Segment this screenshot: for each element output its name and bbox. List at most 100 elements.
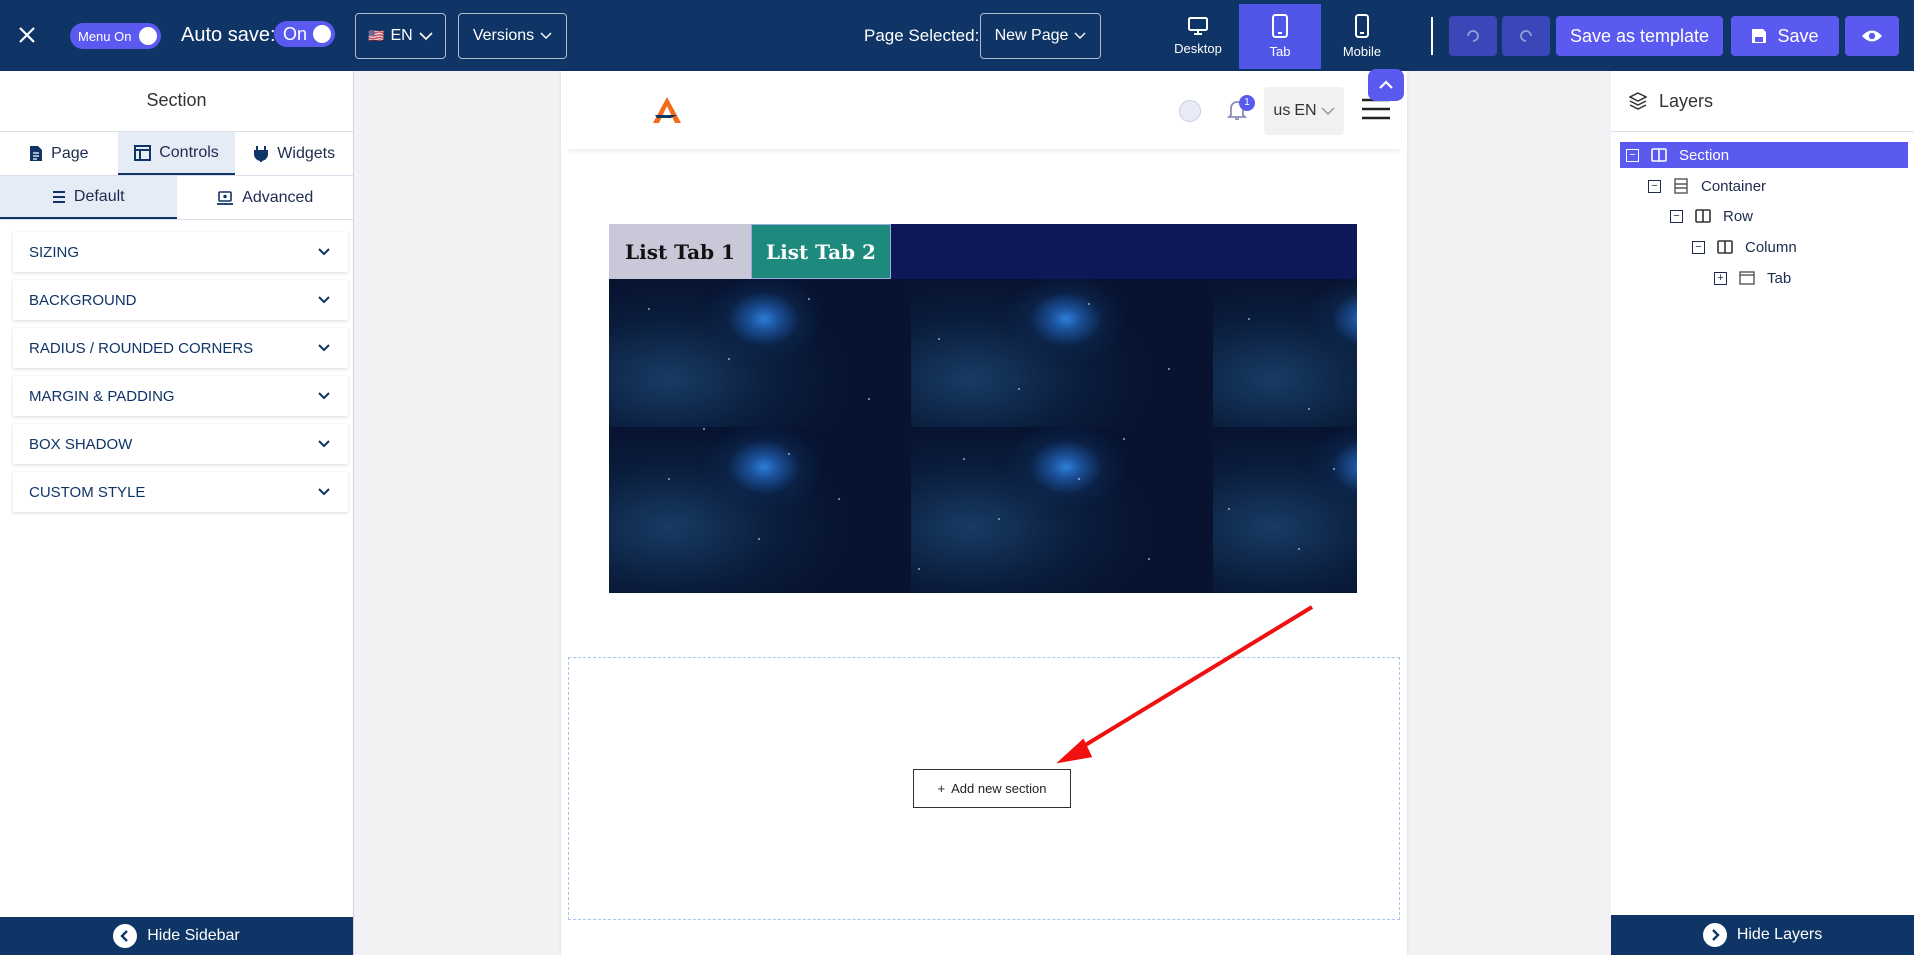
layer-column[interactable]: − Column — [1692, 234, 1797, 260]
columns-icon — [1651, 148, 1667, 162]
accordion-background[interactable]: BACKGROUND — [13, 280, 348, 320]
site-language-select[interactable]: us EN — [1264, 87, 1344, 135]
accordion-label: BACKGROUND — [29, 291, 137, 309]
page-selected-label: Page Selected: — [864, 26, 980, 45]
accordion-label: CUSTOM STYLE — [29, 483, 146, 501]
tab-widget: List Tab 1 List Tab 2 — [609, 224, 1357, 593]
page-select[interactable]: New Page — [980, 13, 1101, 59]
chevron-down-icon — [318, 248, 330, 256]
versions-select[interactable]: Versions — [458, 13, 567, 59]
preview-button[interactable] — [1845, 16, 1899, 56]
layer-section[interactable]: − Section — [1620, 142, 1908, 168]
layer-tab[interactable]: + Tab — [1714, 265, 1791, 291]
columns-icon — [1695, 209, 1711, 223]
sidebar-title: Section — [0, 71, 353, 132]
sidebar: Section Page Controls Widgets Default Ad… — [0, 71, 354, 955]
layer-label: Container — [1701, 177, 1767, 195]
chevron-down-icon — [318, 440, 330, 448]
accordion-custom-style[interactable]: CUSTOM STYLE — [13, 472, 348, 512]
hide-layers-button[interactable]: Hide Layers — [1611, 915, 1914, 955]
versions-label: Versions — [472, 27, 535, 44]
chevron-down-icon — [1074, 32, 1086, 39]
undo-icon — [1467, 30, 1479, 42]
chat-icon[interactable] — [1179, 100, 1201, 122]
collapse-icon: − — [1648, 179, 1661, 193]
tab-widgets[interactable]: Widgets — [235, 132, 353, 175]
hamburger-icon[interactable] — [1362, 98, 1390, 125]
save-icon — [1752, 29, 1767, 43]
list-tab-2[interactable]: List Tab 2 — [751, 224, 891, 279]
collapse-icon: − — [1692, 240, 1705, 254]
accordion-radius[interactable]: RADIUS / ROUNDED CORNERS — [13, 328, 348, 368]
accordion-label: RADIUS / ROUNDED CORNERS — [29, 339, 254, 357]
hide-layers-label: Hide Layers — [1736, 926, 1823, 943]
accordion-sizing[interactable]: SIZING — [13, 232, 348, 272]
accordion-box-shadow[interactable]: BOX SHADOW — [13, 424, 348, 464]
chevron-left-icon — [113, 924, 138, 948]
lang-code: us — [1273, 102, 1291, 119]
undo-button[interactable] — [1449, 16, 1497, 56]
menu-toggle[interactable]: Menu On — [70, 23, 161, 49]
device-label: Mobile — [1342, 44, 1382, 59]
chevron-up-icon[interactable] — [1368, 69, 1404, 101]
page-select-value: New Page — [994, 27, 1069, 44]
list-tab-1[interactable]: List Tab 1 — [609, 224, 751, 279]
collapse-icon: − — [1670, 209, 1683, 223]
tab-page[interactable]: Page — [0, 132, 118, 175]
layer-container[interactable]: − Container — [1648, 173, 1766, 199]
plus-icon: + — [937, 781, 946, 796]
chevron-down-icon — [540, 32, 552, 39]
chevron-down-icon — [318, 392, 330, 400]
sidebar-tabs: Page Controls Widgets — [0, 132, 353, 176]
add-new-section-button[interactable]: + Add new section — [913, 769, 1071, 808]
chevron-down-icon — [419, 32, 433, 41]
device-tab-button[interactable]: Tab — [1239, 4, 1321, 69]
tab-label: Page — [51, 144, 89, 162]
close-icon[interactable] — [14, 22, 40, 48]
hide-sidebar-button[interactable]: Hide Sidebar — [0, 917, 353, 955]
collapse-icon: − — [1626, 148, 1639, 162]
toggle-knob — [139, 27, 157, 45]
device-label: Desktop — [1174, 41, 1222, 56]
tab-controls[interactable]: Controls — [117, 132, 236, 175]
toggle-knob — [313, 25, 331, 43]
layers-header: Layers — [1611, 71, 1914, 132]
empty-section-dropzone: + Add new section — [568, 657, 1400, 920]
device-mobile-button[interactable]: Mobile — [1321, 4, 1403, 69]
save-as-template-label: Save as template — [1569, 25, 1710, 46]
expand-icon: + — [1714, 271, 1727, 285]
language-select[interactable]: 🇺🇸 EN — [355, 13, 446, 59]
accordion-label: SIZING — [29, 243, 80, 261]
autosave-toggle-label: On — [283, 24, 308, 44]
device-label: Tab — [1269, 44, 1291, 59]
autosave-toggle[interactable]: On — [274, 21, 335, 47]
controls-accordion: SIZING BACKGROUND RADIUS / ROUNDED CORNE… — [13, 232, 348, 512]
tab-label: Controls — [159, 143, 219, 161]
tab-icon — [1739, 271, 1755, 285]
device-desktop-button[interactable]: Desktop — [1157, 4, 1239, 69]
tablet-icon — [1272, 14, 1288, 38]
accordion-label: MARGIN & PADDING — [29, 387, 175, 405]
space-background-image — [609, 279, 1357, 593]
redo-button[interactable] — [1502, 16, 1550, 56]
plug-icon — [254, 145, 269, 162]
save-button[interactable]: Save — [1731, 16, 1839, 56]
accordion-label: BOX SHADOW — [29, 435, 133, 453]
sidebar-subtabs: Default Advanced — [0, 176, 353, 220]
tab-default[interactable]: Default — [0, 176, 177, 219]
tab-label: Widgets — [277, 144, 336, 162]
desktop-icon — [1188, 17, 1208, 35]
accordion-margin-padding[interactable]: MARGIN & PADDING — [13, 376, 348, 416]
tab-advanced[interactable]: Advanced — [177, 176, 354, 219]
mobile-icon — [1355, 14, 1369, 38]
layer-row[interactable]: − Row — [1670, 203, 1753, 229]
chevron-right-icon — [1702, 923, 1727, 947]
lang-label: EN — [1294, 102, 1317, 119]
save-label: Save — [1777, 25, 1819, 46]
layout-icon — [134, 144, 152, 161]
menu-lines-icon — [52, 190, 65, 203]
save-as-template-button[interactable]: Save as template — [1556, 16, 1723, 56]
page-canvas: 1 us EN List Tab 1 List Tab 2 + Add new … — [561, 69, 1407, 955]
notification-badge: 1 — [1239, 95, 1255, 111]
hide-sidebar-label: Hide Sidebar — [147, 927, 240, 944]
